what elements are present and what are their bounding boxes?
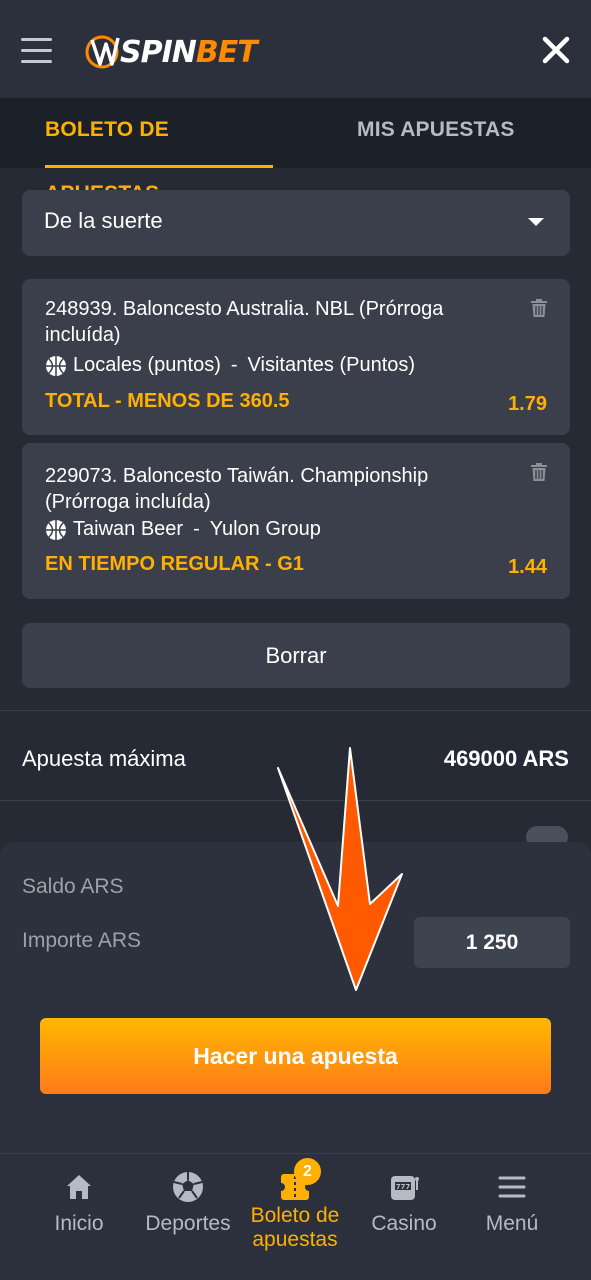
nav-item-menu[interactable]: Menú bbox=[478, 1170, 546, 1236]
arrow-down-icon bbox=[277, 747, 403, 991]
max-bet-value: 469000 ARS bbox=[443, 746, 569, 771]
place-bet-button[interactable]: Hacer una apuesta bbox=[40, 1018, 551, 1094]
nav-item-deportes[interactable]: Deportes bbox=[140, 1170, 236, 1236]
basketball-icon bbox=[46, 355, 66, 376]
nav-item-inicio[interactable]: Inicio bbox=[44, 1170, 114, 1236]
bet-type-select[interactable]: De la suerte bbox=[22, 190, 570, 256]
top-bar: SPINBET bbox=[0, 0, 591, 98]
amount-label: Importe ARS bbox=[22, 929, 142, 952]
tab-boleto-de-apuestas[interactable]: BOLETO DE APUESTAS bbox=[45, 98, 273, 205]
soccer-ball-icon bbox=[173, 1172, 203, 1202]
basketball-icon bbox=[46, 519, 66, 540]
bet-event-title: 229073. Baloncesto Taiwán. Championship … bbox=[45, 465, 429, 513]
amount-input[interactable]: 1 250 bbox=[414, 917, 570, 968]
bet-market: TOTAL - MENOS DE 360.5 bbox=[45, 390, 290, 412]
away-team: Yulon Group bbox=[209, 518, 321, 540]
svg-text:777: 777 bbox=[396, 1183, 411, 1191]
teams-separator: - bbox=[193, 518, 200, 540]
chevron-down-icon bbox=[528, 218, 544, 226]
bet-type-value: De la suerte bbox=[44, 208, 163, 233]
tab-mis-apuestas[interactable]: MIS APUESTAS bbox=[357, 98, 515, 168]
slot-machine-icon: 777 bbox=[391, 1176, 419, 1200]
nav-item-boleto[interactable]: Boleto de apuestas bbox=[246, 1170, 344, 1252]
bet-card: 229073. Baloncesto Taiwán. Championship … bbox=[22, 443, 570, 599]
bottom-navigation: Inicio Deportes Boleto de apuestas 2 777… bbox=[0, 1153, 591, 1280]
teams-separator: - bbox=[230, 354, 238, 376]
clear-button[interactable]: Borrar bbox=[22, 623, 570, 688]
bet-odds: 1.79 bbox=[508, 393, 547, 415]
spinbet-logo[interactable]: SPINBET bbox=[84, 28, 258, 76]
bet-event-title: 248939. Baloncesto Australia. NBL (Prórr… bbox=[45, 298, 444, 346]
bet-teams: Taiwan Beer - Yulon Group bbox=[45, 518, 321, 541]
bet-count-badge: 2 bbox=[294, 1158, 321, 1185]
divider bbox=[0, 710, 591, 711]
betslip-tabs: BOLETO DE APUESTAS MIS APUESTAS bbox=[0, 98, 591, 205]
logo-mark-icon bbox=[85, 35, 120, 69]
bet-card: 248939. Baloncesto Australia. NBL (Prórr… bbox=[22, 279, 570, 435]
bet-market: EN TIEMPO REGULAR - G1 bbox=[45, 553, 304, 575]
bet-teams: Locales (puntos) - Visitantes (Puntos) bbox=[45, 354, 415, 377]
close-icon[interactable] bbox=[540, 34, 572, 66]
hamburger-menu-icon[interactable] bbox=[21, 38, 52, 64]
bet-odds: 1.44 bbox=[508, 556, 547, 578]
home-icon bbox=[67, 1175, 91, 1199]
nav-item-casino[interactable]: 777 Casino bbox=[366, 1170, 442, 1236]
home-team: Taiwan Beer bbox=[73, 518, 184, 540]
balance-label: Saldo ARS bbox=[22, 875, 124, 898]
menu-icon bbox=[498, 1176, 526, 1198]
max-bet-label: Apuesta máxima bbox=[22, 746, 186, 771]
logo-wordmark: SPINBET bbox=[120, 34, 258, 70]
trash-icon[interactable] bbox=[531, 299, 547, 317]
trash-icon[interactable] bbox=[531, 463, 547, 481]
home-team: Locales (puntos) bbox=[73, 354, 221, 376]
away-team: Visitantes (Puntos) bbox=[247, 354, 416, 376]
